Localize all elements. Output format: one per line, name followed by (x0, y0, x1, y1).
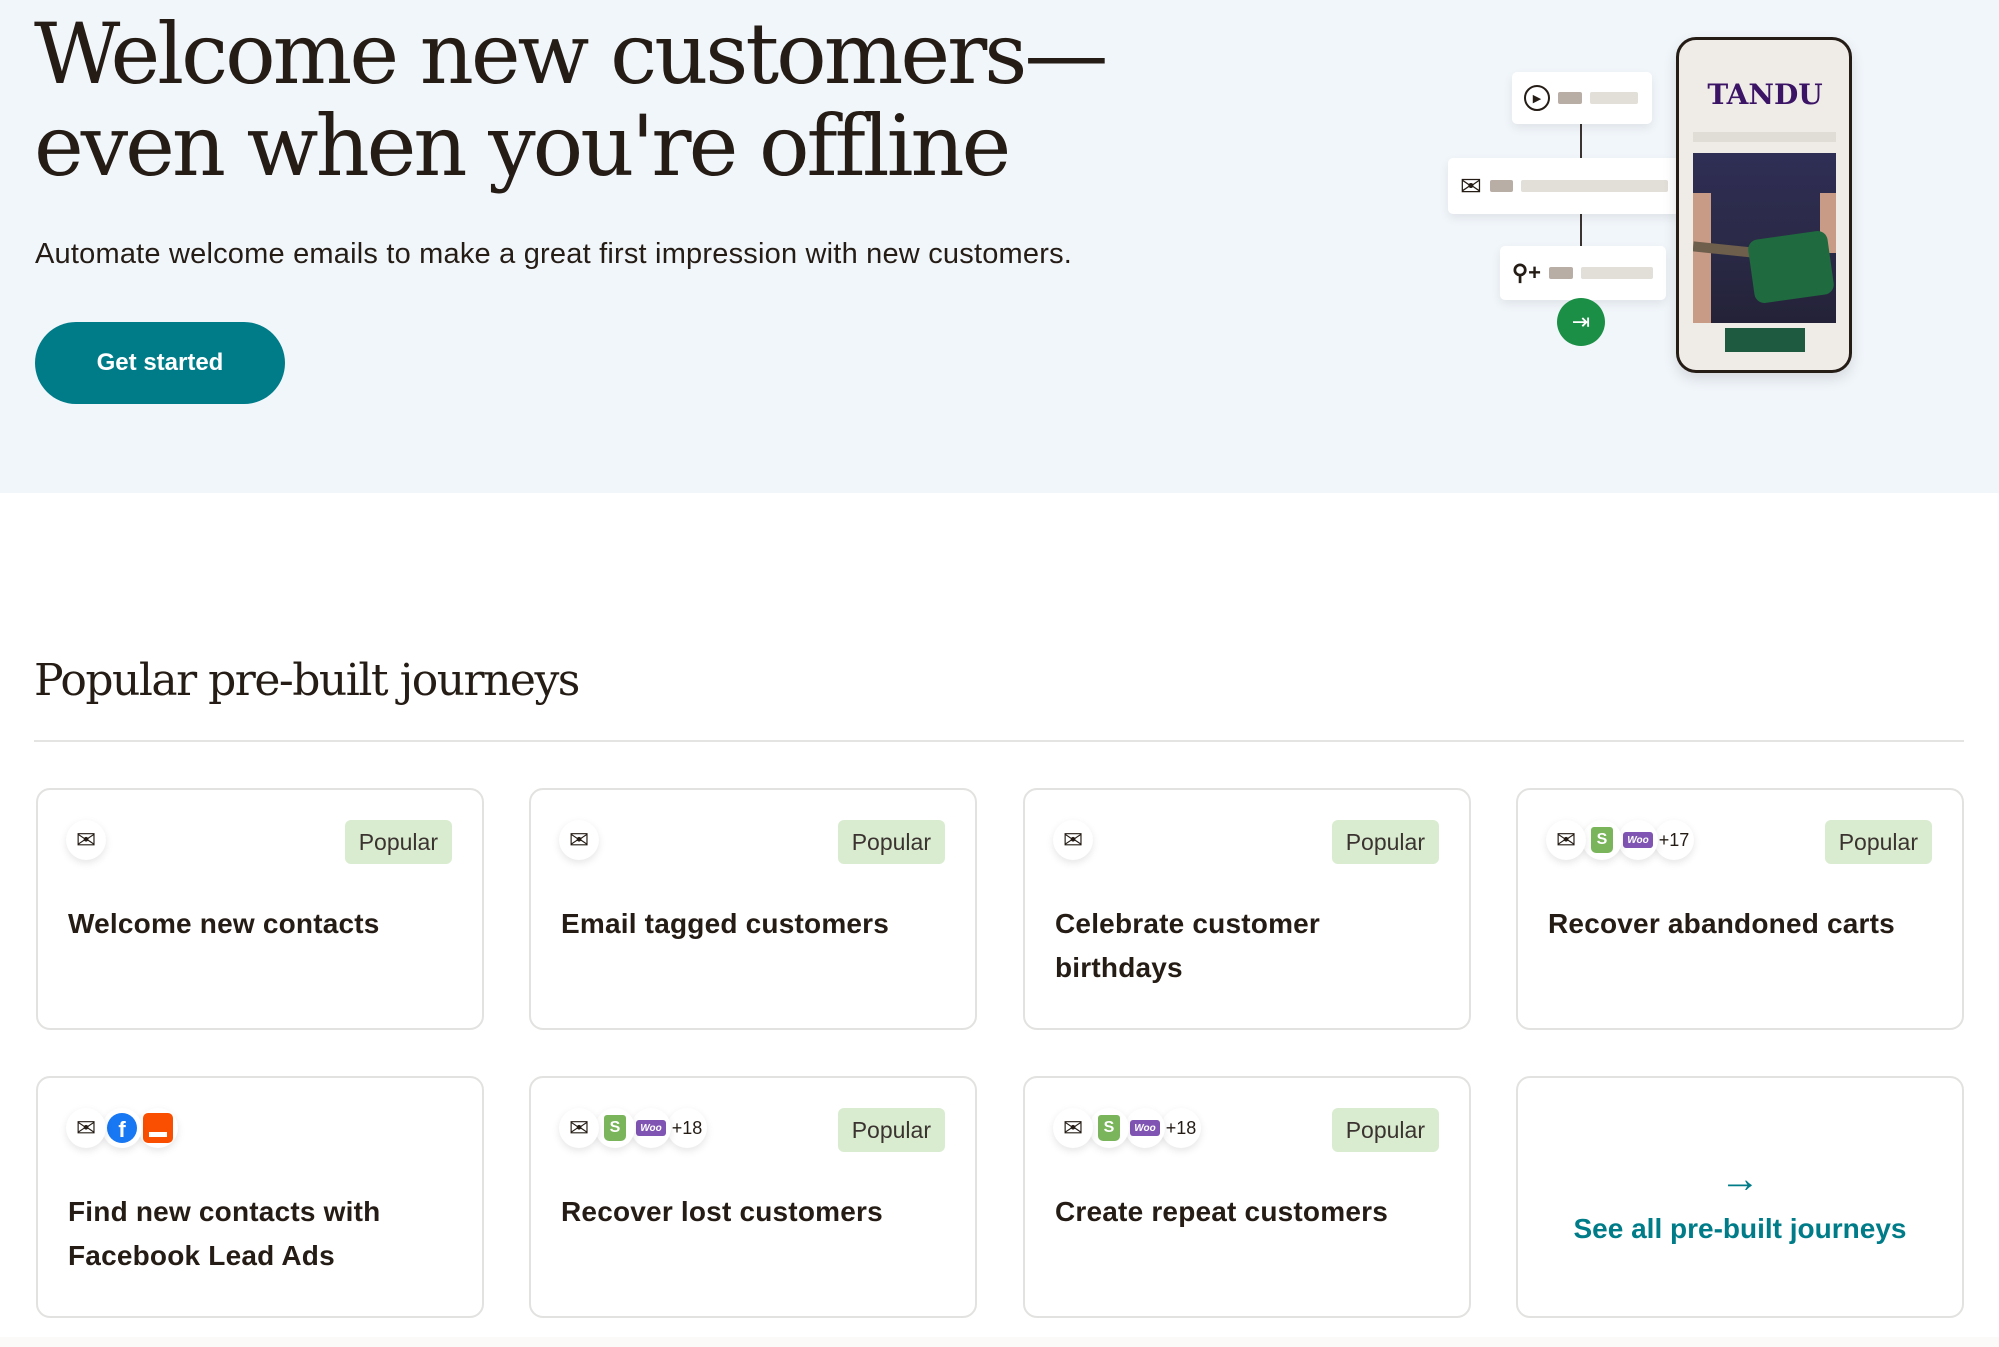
integration-icons: ✉ (1053, 820, 1093, 860)
mail-icon: ✉ (1062, 826, 1084, 854)
hero-title-line-1: Welcome new customers— (34, 5, 1108, 103)
shopify-icon-chip: S (1582, 820, 1622, 860)
exit-icon: ⇥ (1557, 298, 1605, 346)
mail-icon: ✉ (75, 826, 97, 854)
journey-card-title: Welcome new contacts (68, 908, 380, 939)
integration-icons: ✉ (66, 820, 106, 860)
mail-icon-chip: ✉ (559, 1108, 599, 1148)
journey-card-title: Email tagged customers (561, 908, 890, 939)
journey-card[interactable]: ✉ S Woo +18 Popular Recover lost customers (529, 1076, 977, 1318)
mail-icon: ✉ (1460, 171, 1482, 201)
journey-card[interactable]: ✉ Popular Email tagged customers (529, 788, 977, 1030)
more-integrations-count: +17 (1654, 820, 1694, 860)
hero-title-line-2: even when you're offline (34, 97, 1011, 195)
hero-subtitle: Automate welcome emails to make a great … (35, 238, 1073, 270)
lead-ads-icon (143, 1113, 173, 1143)
journey-step-add-contact: ⚲+ (1500, 246, 1666, 300)
mail-icon: ✉ (1555, 826, 1577, 854)
photo-detail (1746, 229, 1836, 305)
journey-card[interactable]: ✉ Popular Welcome new contacts (36, 788, 484, 1030)
shopify-icon: S (1098, 1115, 1120, 1141)
woocommerce-icon-chip: Woo (1125, 1108, 1165, 1148)
popular-badge: Popular (837, 820, 945, 864)
placeholder-bar (1521, 180, 1668, 192)
placeholder-bar (1590, 92, 1638, 104)
popular-badge: Popular (1331, 820, 1439, 864)
see-all-journeys-link[interactable]: See all pre-built journeys (1574, 1213, 1907, 1245)
woocommerce-icon: Woo (1623, 832, 1653, 848)
facebook-icon-chip: f (102, 1108, 142, 1148)
placeholder-bar (1558, 92, 1582, 104)
mail-icon: ✉ (75, 1114, 97, 1142)
hero-title: Welcome new customers— even when you're … (34, 8, 1234, 192)
journey-card-title: Find new contacts with Facebook Lead Ads (68, 1196, 381, 1271)
placeholder-bar (1489, 180, 1514, 192)
integration-icons: ✉ (559, 820, 599, 860)
journey-card-title: Create repeat customers (1055, 1196, 1388, 1227)
mail-icon-chip: ✉ (66, 820, 106, 860)
journey-card[interactable]: ✉ S Woo +17 Popular Recover abandoned carts (1516, 788, 1964, 1030)
journey-illustration: ▶ ✉ ⚲+ ⇥ TANDU (1440, 30, 1860, 380)
integration-icons: ✉ S Woo +18 (1053, 1108, 1201, 1148)
woocommerce-icon-chip: Woo (631, 1108, 671, 1148)
popular-badge: Popular (344, 820, 452, 864)
journey-card-title: Celebrate customer birthdays (1055, 908, 1321, 983)
photo-detail (1693, 193, 1711, 323)
phone-cta-bar (1725, 328, 1805, 352)
product-photo (1693, 153, 1836, 323)
popular-badge: Popular (837, 1108, 945, 1152)
integration-icons: ✉ f (66, 1108, 178, 1148)
woocommerce-icon: Woo (1130, 1120, 1160, 1136)
placeholder-bar (1548, 267, 1573, 279)
add-contact-icon: ⚲+ (1512, 260, 1541, 285)
arrow-right-icon: → (1720, 1157, 1760, 1201)
mail-icon: ✉ (568, 1114, 590, 1142)
mail-icon-chip: ✉ (559, 820, 599, 860)
hero-section: Welcome new customers— even when you're … (0, 0, 1999, 493)
integration-icons: ✉ S Woo +17 (1546, 820, 1694, 860)
journey-card[interactable]: ✉ f Find new contacts with Facebook Lead A… (36, 1076, 484, 1318)
woocommerce-icon-chip: Woo (1618, 820, 1658, 860)
shopify-icon: S (1591, 827, 1613, 853)
page-footer-strip (0, 1337, 1999, 1347)
popular-badge: Popular (1824, 820, 1932, 864)
journey-card[interactable]: ✉ S Woo +18 Popular Create repeat customers (1023, 1076, 1471, 1318)
journey-step-trigger: ▶ (1512, 72, 1652, 124)
brand-logo: TANDU (1707, 78, 1823, 111)
placeholder-bar (1580, 267, 1653, 279)
get-started-button[interactable]: Get started (35, 322, 285, 404)
journey-card-title: Recover abandoned carts (1548, 908, 1895, 939)
more-integrations-count: +18 (667, 1108, 707, 1148)
journey-card-title: Recover lost customers (561, 1196, 883, 1227)
section-title: Popular pre-built journeys (34, 655, 580, 706)
shopify-icon: S (604, 1115, 626, 1141)
play-icon: ▶ (1524, 85, 1550, 111)
see-all-journeys-card[interactable]: → See all pre-built journeys (1516, 1076, 1964, 1318)
mail-icon-chip: ✉ (1546, 820, 1586, 860)
mail-icon: ✉ (1062, 1114, 1084, 1142)
more-integrations-count: +18 (1161, 1108, 1201, 1148)
popular-badge: Popular (1331, 1108, 1439, 1152)
lead-ads-icon-chip (138, 1108, 178, 1148)
mail-icon: ✉ (568, 826, 590, 854)
placeholder-bar (1693, 132, 1836, 142)
woocommerce-icon: Woo (636, 1120, 666, 1136)
shopify-icon-chip: S (1089, 1108, 1129, 1148)
facebook-icon: f (107, 1113, 137, 1143)
journey-card[interactable]: ✉ Popular Celebrate customer birthdays (1023, 788, 1471, 1030)
mail-icon-chip: ✉ (1053, 1108, 1093, 1148)
mail-icon-chip: ✉ (66, 1108, 106, 1148)
phone-mockup: TANDU (1676, 37, 1852, 373)
integration-icons: ✉ S Woo +18 (559, 1108, 707, 1148)
mail-icon-chip: ✉ (1053, 820, 1093, 860)
shopify-icon-chip: S (595, 1108, 635, 1148)
section-divider (34, 740, 1964, 742)
journey-step-email: ✉ (1448, 158, 1680, 214)
